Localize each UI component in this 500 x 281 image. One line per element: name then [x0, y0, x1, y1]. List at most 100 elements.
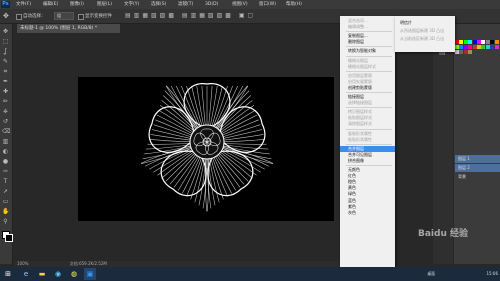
color-swatch[interactable]	[490, 45, 495, 49]
flower-artwork	[140, 83, 274, 212]
swatches-panel	[455, 40, 499, 70]
media-icon[interactable]: ◉	[52, 268, 64, 280]
menu-item-9[interactable]: 窗口(W)	[259, 1, 276, 8]
move-icon[interactable]: ✥	[2, 28, 9, 35]
color-swatch[interactable]	[459, 40, 464, 44]
color-swatch[interactable]	[485, 45, 490, 49]
context-menu-item: 清除图层样式	[348, 121, 372, 127]
color-swatch[interactable]	[468, 45, 473, 49]
menu-item-5[interactable]: 选择(S)	[151, 1, 166, 8]
color-swatch[interactable]	[477, 45, 481, 49]
menu-item-0[interactable]: 文件(F)	[16, 1, 31, 8]
context-menu-item[interactable]: 转换为智能对象	[340, 48, 395, 54]
color-swatch[interactable]	[463, 40, 468, 44]
chrome-icon[interactable]: ◍	[68, 268, 80, 280]
eyedropper-icon[interactable]: ✒	[2, 78, 9, 85]
menu-item-2[interactable]: 图像(I)	[70, 1, 84, 8]
menu-item-6[interactable]: 滤镜(T)	[178, 1, 193, 8]
color-swatch[interactable]	[472, 40, 477, 44]
blur-icon[interactable]: ◐	[2, 148, 9, 155]
color-swatch[interactable]	[468, 50, 473, 54]
3d-submenu: 明信片 从所选图层新建 3D 凸出 从当前选区新建 3D 凸出	[395, 16, 455, 52]
document-tab[interactable]: 未标题-1 @ 100% (图层 1, RGB/8) *	[17, 24, 120, 33]
menu-item-10[interactable]: 帮助(H)	[286, 1, 302, 8]
context-menu-item[interactable]: 合并可见图层	[340, 152, 395, 158]
stamp-icon[interactable]: ⎈	[2, 108, 9, 115]
layer-row[interactable]: 图层 1	[455, 155, 500, 163]
color-swatch[interactable]	[481, 45, 486, 49]
context-menu-item[interactable]: 创建剪贴蒙版	[340, 85, 395, 91]
menu-item-4[interactable]: 文字(Y)	[124, 1, 139, 8]
zoom-icon[interactable]: ⚲	[2, 218, 9, 225]
folder-icon[interactable]: ▬	[36, 268, 48, 280]
document-canvas[interactable]	[78, 77, 334, 221]
marquee-icon[interactable]: ⬚	[2, 38, 9, 45]
layer-row[interactable]: 背景	[455, 173, 500, 181]
path-select-icon[interactable]: ➚	[2, 188, 9, 195]
gradient-icon[interactable]: ▥	[2, 138, 9, 145]
eraser-icon[interactable]: ⌫	[2, 128, 10, 135]
history-brush-icon[interactable]: ↺	[2, 118, 9, 125]
ie-icon[interactable]: e	[20, 268, 32, 280]
shape-icon[interactable]: ▭	[2, 198, 9, 205]
context-menu-item[interactable]: 绿色	[340, 191, 395, 197]
layer-row[interactable]: 图层 2	[455, 164, 500, 172]
color-swatch[interactable]	[477, 40, 481, 44]
color-swatch[interactable]	[468, 40, 473, 44]
menu-separator	[346, 70, 392, 72]
pen-icon[interactable]: ✑	[2, 168, 9, 175]
hand-icon[interactable]: ✋	[2, 208, 9, 215]
menu-separator	[346, 92, 392, 93]
menu-bar: Ps 文件(F) 编辑(E) 图像(I) 图层(L) 文字(Y) 选择(S) 滤镜(T) 3D…	[0, 0, 500, 9]
move-tool-icon[interactable]: ✥	[3, 12, 11, 20]
zoom-level[interactable]: 100%	[17, 261, 28, 266]
lasso-icon[interactable]: ʆ	[2, 48, 9, 55]
photoshop-taskbar-icon[interactable]: ▣	[84, 268, 96, 280]
document-info[interactable]: 文档:659.2K/2.52M	[70, 261, 107, 266]
show-transform-checkbox[interactable]	[78, 14, 84, 20]
color-swatch[interactable]	[455, 40, 459, 44]
color-swatch[interactable]	[463, 50, 468, 54]
color-swatch[interactable]	[485, 40, 490, 44]
context-menu-item[interactable]: 拼合图像	[340, 158, 395, 164]
brush-icon[interactable]: ✏	[2, 98, 9, 105]
context-menu-item[interactable]: 紫色	[340, 204, 395, 210]
color-swatch[interactable]	[463, 45, 468, 49]
quick-select-icon[interactable]: ✎	[2, 58, 9, 65]
menu-item-7[interactable]: 3D(D)	[205, 1, 218, 8]
healing-icon[interactable]: ✚	[2, 88, 9, 95]
color-swatch[interactable]	[490, 40, 495, 44]
start-button[interactable]: ⊞	[2, 268, 14, 280]
menu-item-3[interactable]: 图层(L)	[97, 1, 112, 8]
color-swatch[interactable]	[481, 40, 486, 44]
desktop-label[interactable]: 桌面	[427, 271, 435, 276]
color-swatch[interactable]	[494, 40, 499, 44]
menu-item-1[interactable]: 编辑(E)	[43, 1, 58, 8]
crop-icon[interactable]: ⌗	[2, 68, 9, 75]
auto-select-dropdown[interactable]: 组	[54, 12, 74, 20]
baidu-watermark: Baidu 经验	[418, 226, 498, 256]
menu-separator	[346, 165, 392, 166]
background-color-swatch[interactable]	[5, 234, 13, 242]
color-swatch[interactable]	[472, 45, 477, 49]
context-menu-item[interactable]: 删除图层	[340, 39, 395, 45]
type-icon[interactable]: T	[2, 178, 9, 185]
context-menu-item[interactable]: 灰色	[340, 210, 395, 216]
color-swatch[interactable]	[459, 50, 464, 54]
menu-item-8[interactable]: 视图(V)	[232, 1, 248, 8]
context-menu-item: 启用图层蒙版	[348, 72, 372, 78]
context-menu-item: 栅格化图层	[348, 57, 368, 63]
auto-select-checkbox[interactable]	[16, 14, 22, 20]
color-swatch[interactable]	[455, 45, 459, 49]
clock[interactable]: 15:06	[486, 271, 498, 276]
align-icons[interactable]: ▤▥▦▧▨▩ ▤▥▦▧▨▩ ▣▢	[125, 12, 256, 19]
show-transform-label: 显示变换控件	[85, 14, 112, 19]
context-menu-item[interactable]: 蓝色	[340, 198, 395, 204]
color-swatch[interactable]	[455, 50, 459, 54]
submenu-item[interactable]: 明信片	[395, 19, 455, 26]
photoshop-logo: Ps	[1, 1, 10, 8]
dodge-icon[interactable]: ●	[2, 158, 9, 165]
color-swatch[interactable]	[459, 45, 464, 49]
color-swatch[interactable]	[494, 45, 499, 49]
context-menu-item[interactable]: 合并图层	[340, 145, 395, 152]
